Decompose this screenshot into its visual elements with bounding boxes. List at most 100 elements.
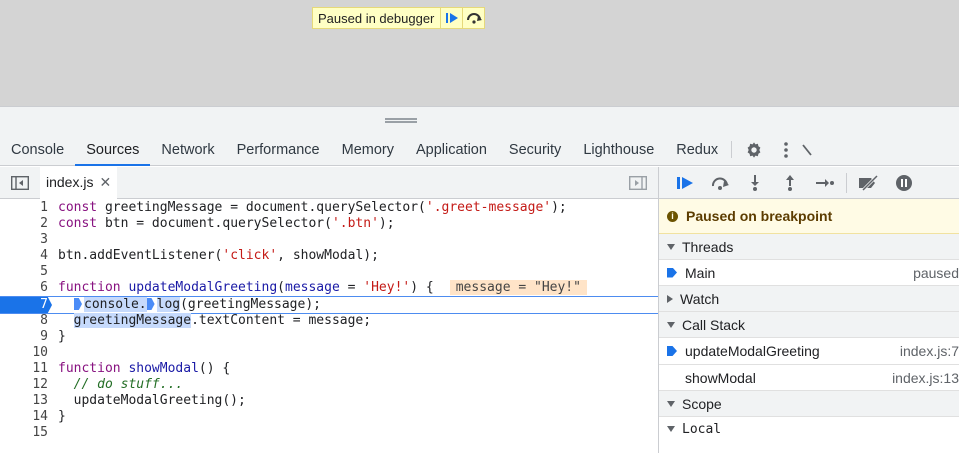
resume-icon [445, 13, 458, 23]
tab-label: Memory [341, 141, 394, 158]
tab-label: Console [11, 141, 65, 158]
line-number[interactable]: 15 [0, 425, 52, 441]
step-button[interactable] [807, 169, 842, 197]
toggle-debugger-button[interactable] [618, 175, 658, 190]
paused-in-debugger-banner: Paused in debugger [312, 7, 486, 29]
thread-name: Main [685, 264, 716, 281]
banner-resume-button[interactable] [440, 8, 462, 28]
code-line[interactable]: 8 greetingMessage.textContent = message; [0, 313, 658, 329]
code-text: const btn = document.querySelector('.btn… [58, 216, 395, 231]
code-text: updateModalGreeting(); [58, 393, 246, 408]
code-text: } [58, 329, 66, 344]
more-options-button[interactable] [770, 134, 802, 165]
code-line[interactable]: 2 const btn = document.querySelector('.bt… [0, 216, 658, 232]
line-number[interactable]: 2 [0, 216, 52, 232]
paused-banner-text: Paused in debugger [318, 10, 435, 26]
scope-local-item[interactable]: Local [659, 417, 959, 441]
scope-local-label: Local [682, 421, 722, 437]
code-line[interactable]: 1 const greetingMessage = document.queryS… [0, 200, 658, 216]
resume-icon [676, 176, 693, 189]
code-line[interactable]: 12 // do stuff... [0, 377, 658, 393]
step-over-button[interactable] [702, 169, 737, 197]
code-line[interactable]: 13 updateModalGreeting(); [0, 393, 658, 409]
code-line[interactable]: 15 [0, 425, 658, 441]
line-number[interactable]: 5 [0, 264, 52, 280]
line-number[interactable]: 1 [0, 200, 52, 216]
tab-lighthouse[interactable]: Lighthouse [572, 134, 665, 165]
tab-memory[interactable]: Memory [331, 134, 405, 165]
tab-performance[interactable]: Performance [226, 134, 331, 165]
line-number[interactable]: 6 [0, 280, 52, 296]
code-line[interactable]: 4 btn.addEventListener('click', showModal… [0, 248, 658, 264]
line-number[interactable]: 8 [0, 313, 52, 329]
breakpoint-marker-icon[interactable] [146, 298, 155, 310]
code-line[interactable]: 9} [0, 329, 658, 345]
threads-section-header[interactable]: Threads [659, 234, 959, 260]
close-icon[interactable]: ✕ [99, 174, 111, 191]
watch-section-header[interactable]: Watch [659, 286, 959, 312]
call-frame-row[interactable]: updateModalGreeting index.js:7 [659, 338, 959, 365]
tab-network[interactable]: Network [150, 134, 225, 165]
step-out-button[interactable] [772, 169, 807, 197]
tab-console[interactable]: Console [0, 134, 75, 165]
section-title: Watch [680, 290, 720, 307]
resume-button[interactable] [667, 169, 702, 197]
thread-row-main[interactable]: Main paused [659, 260, 959, 286]
collapsed-triangle-icon [667, 294, 673, 303]
code-line[interactable]: 10 [0, 345, 658, 361]
expanded-triangle-icon [667, 321, 675, 328]
line-number[interactable]: 10 [0, 345, 52, 361]
code-line[interactable]: 11 function showModal() { [0, 361, 658, 377]
close-icon [802, 143, 812, 156]
code-line[interactable]: 6 function updateModalGreeting(message = … [0, 280, 658, 296]
toggle-navigator-button[interactable] [0, 175, 40, 190]
line-number[interactable]: 13 [0, 393, 52, 409]
code-text: } [58, 409, 66, 424]
tab-security[interactable]: Security [498, 134, 572, 165]
call-frame-name: showModal [685, 369, 756, 386]
settings-button[interactable] [738, 134, 770, 165]
call-frame-location[interactable]: index.js:7 [900, 343, 959, 359]
line-number[interactable]: 12 [0, 377, 52, 393]
code-line[interactable]: 5 [0, 264, 658, 280]
file-tab-index-js[interactable]: index.js ✕ [40, 166, 118, 199]
call-frame-location[interactable]: index.js:13 [892, 370, 959, 386]
tab-label: Redux [676, 141, 719, 158]
current-execution-line[interactable]: 7 console. log(greetingMessage); [0, 296, 658, 314]
kebab-menu-icon [784, 141, 788, 158]
line-number[interactable]: 9 [0, 329, 52, 345]
deactivate-breakpoints-icon [858, 174, 878, 191]
code-text: greetingMessage.textContent = message; [73, 313, 372, 328]
call-stack-section-header[interactable]: Call Stack [659, 312, 959, 338]
tab-redux[interactable]: Redux [665, 134, 729, 165]
line-number[interactable]: 3 [0, 232, 52, 248]
deactivate-breakpoints-button[interactable] [851, 169, 886, 197]
scope-section-header[interactable]: Scope [659, 391, 959, 417]
devtools-resize-splitter[interactable] [0, 106, 959, 134]
section-title: Call Stack [682, 316, 746, 333]
expanded-triangle-icon [667, 426, 675, 432]
step-over-icon [711, 177, 729, 190]
inline-variable-value: message = "Hey!" [449, 280, 587, 295]
banner-step-over-button[interactable] [462, 8, 484, 28]
code-editor[interactable]: 1 const greetingMessage = document.queryS… [0, 199, 658, 453]
code-line[interactable]: 3 [0, 232, 658, 248]
breakpoint-marker-icon[interactable] [74, 298, 82, 310]
code-text: function updateModalGreeting(message = '… [52, 280, 587, 296]
file-tab-label: index.js [46, 174, 94, 190]
line-number[interactable]: 7 [0, 297, 52, 313]
pause-on-exceptions-button[interactable] [886, 169, 921, 197]
line-number[interactable]: 4 [0, 248, 52, 264]
tab-application[interactable]: Application [405, 134, 498, 165]
code-line[interactable]: 14} [0, 409, 658, 425]
call-frame-row[interactable]: showModal index.js:13 [659, 365, 959, 391]
close-devtools-button[interactable] [802, 134, 812, 165]
step-into-button[interactable] [737, 169, 772, 197]
line-number[interactable]: 14 [0, 409, 52, 425]
line-number[interactable]: 11 [0, 361, 52, 377]
tab-sources[interactable]: Sources [75, 134, 151, 166]
page-viewport: Paused in debugger [0, 0, 959, 106]
divider [846, 172, 847, 193]
thread-status: paused [913, 264, 959, 281]
